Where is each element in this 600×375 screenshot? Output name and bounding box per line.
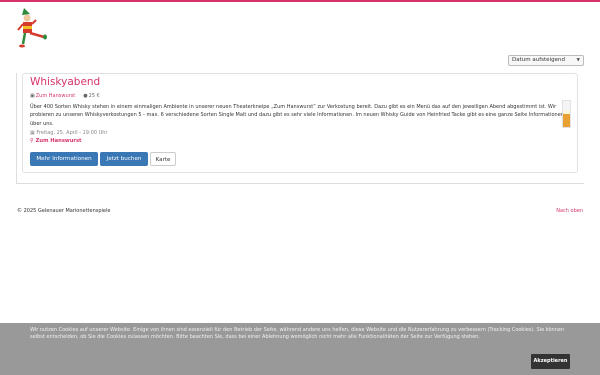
event-meta: ▣Zum Hanswurst ●25 € (30, 93, 100, 99)
sort-dropdown[interactable]: Datum aufsteigend ▼ (508, 55, 584, 66)
book-now-button[interactable]: Jetzt buchen (100, 152, 148, 166)
price-label: 25 € (88, 93, 100, 99)
venue-tag[interactable]: ▣Zum Hanswurst (30, 93, 75, 99)
event-venue-label: Zum Hanswurst (35, 138, 82, 144)
whisky-glass-image (562, 100, 571, 128)
chevron-down-icon: ▼ (576, 58, 580, 63)
calendar-icon: ▦ (30, 130, 35, 136)
map-pin-icon: ⚲ (30, 138, 34, 144)
building-icon: ▣ (30, 93, 35, 99)
cookie-banner: Wir nutzen Cookies auf unserer Website. … (0, 323, 600, 375)
sort-selected-label: Datum aufsteigend (512, 57, 565, 63)
price-icon: ● (83, 93, 88, 99)
event-title[interactable]: Whiskyabend (30, 76, 100, 88)
event-description: Über 400 Sorten Whisky stehen in einem e… (30, 104, 564, 127)
map-button[interactable]: Karte (150, 152, 176, 166)
event-date: ▦ Freitag, 25. April - 19:00 Uhr (30, 130, 107, 136)
back-to-top-link[interactable]: Nach oben (556, 208, 583, 214)
top-accent-bar (0, 0, 600, 2)
venue-tag-label: Zum Hanswurst (35, 93, 76, 99)
event-venue[interactable]: ⚲ Zum Hanswurst (30, 138, 82, 144)
accept-cookies-button[interactable]: Akzeptieren (531, 354, 570, 369)
marionette-logo[interactable] (14, 6, 48, 50)
footer-copyright: © 2025 Gelenauer Marionettenspiele (17, 208, 111, 214)
cookie-text: Wir nutzen Cookies auf unserer Website. … (30, 327, 565, 340)
event-date-label: Freitag, 25. April - 19:00 Uhr (36, 130, 108, 136)
price-tag: ●25 € (83, 93, 100, 99)
more-info-button[interactable]: Mehr Informationen (30, 152, 98, 166)
